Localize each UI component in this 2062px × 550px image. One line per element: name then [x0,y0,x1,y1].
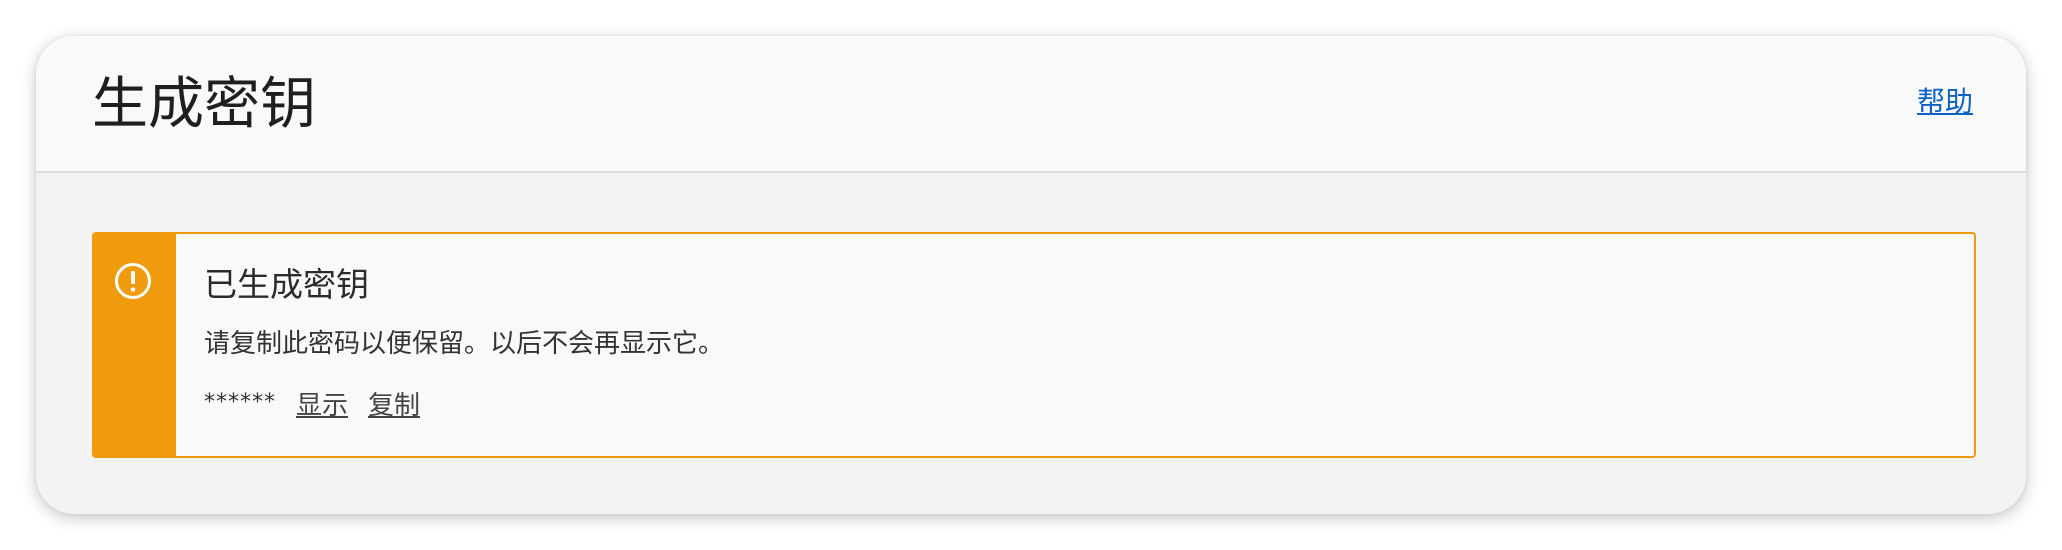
dialog-header: 生成密钥 帮助 [36,36,2026,173]
help-link[interactable]: 帮助 [1917,84,1973,120]
alert-title: 已生成密钥 [204,265,369,304]
copy-secret-link[interactable]: 复制 [368,388,420,424]
warning-alert: 已生成密钥 请复制此密码以便保留。以后不会再显示它。 ****** 显示 复制 [92,232,1976,458]
show-secret-link[interactable]: 显示 [296,388,348,424]
alert-accent-stripe [94,234,176,456]
generate-key-dialog: 生成密钥 帮助 已生成密钥 请复制此密码以便保留。以后不会再显示它。 *****… [36,36,2026,514]
secret-row: ****** 显示 复制 [204,388,440,424]
alert-message: 请复制此密码以便保留。以后不会再显示它。 [204,329,725,359]
secret-value-masked: ****** [204,390,276,415]
exclamation-circle-icon [115,263,151,299]
page-title: 生成密钥 [92,72,316,137]
